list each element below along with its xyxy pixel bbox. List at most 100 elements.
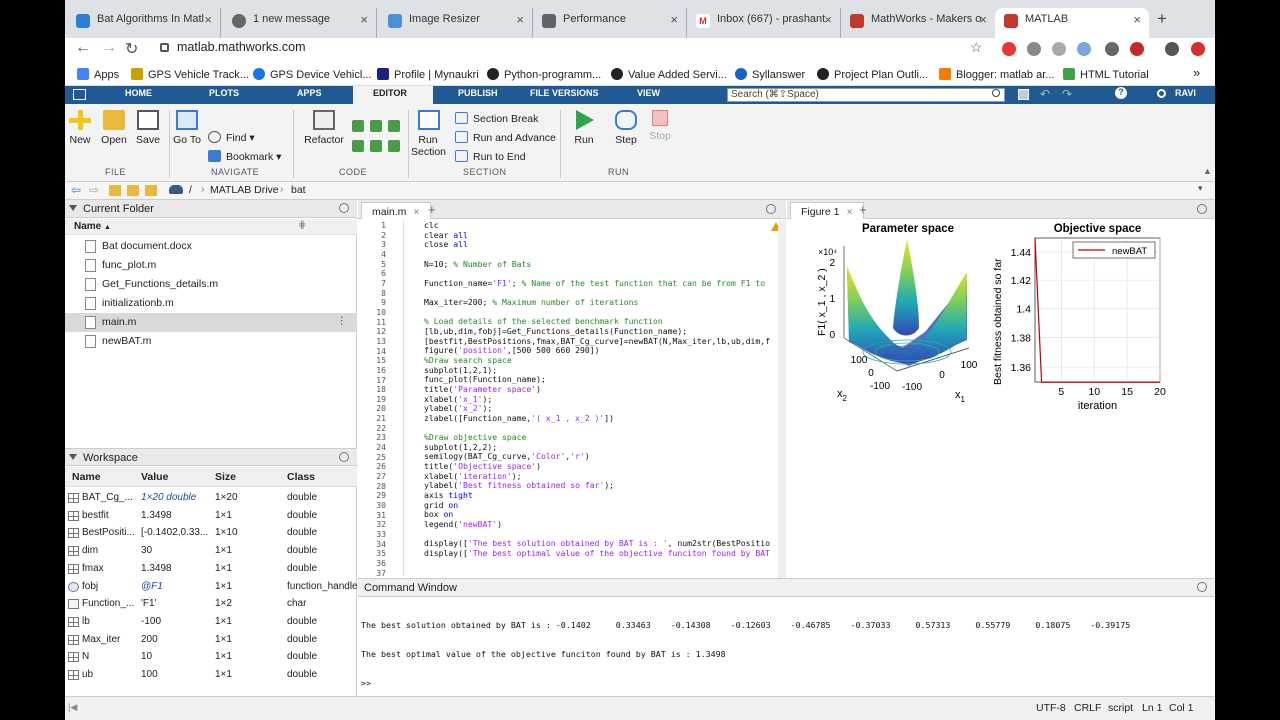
workspace-row[interactable]: N 10 1×1 double (65, 648, 357, 666)
code-line[interactable] (424, 558, 770, 568)
panel-actions-icon[interactable] (1197, 582, 1207, 592)
bookmark-blogger[interactable]: Blogger: matlab ar... (939, 68, 1054, 81)
close-icon[interactable]: × (360, 12, 368, 27)
close-icon[interactable]: × (1133, 12, 1141, 27)
save-button[interactable]: Save (135, 110, 161, 146)
comment-icon[interactable] (352, 120, 364, 132)
uncomment-icon[interactable] (370, 120, 382, 132)
close-icon[interactable]: × (413, 206, 419, 218)
link-icon[interactable] (1077, 42, 1091, 56)
star-icon[interactable]: ☆ (970, 39, 983, 56)
bookmark-mynaukri[interactable]: Profile | Mynaukri (377, 68, 479, 81)
add-tab-button[interactable]: + (428, 202, 436, 217)
file-item[interactable]: newBAT.m (65, 332, 357, 351)
panel-actions-icon[interactable] (339, 203, 349, 213)
command-window[interactable]: Command Window The best solution obtaine… (358, 578, 1215, 696)
value-column-header[interactable]: Value (141, 471, 168, 483)
stop-button[interactable]: Stop (647, 110, 673, 142)
tools-icon[interactable] (1105, 42, 1119, 56)
command-prompt[interactable]: >> (361, 678, 1130, 689)
file-item[interactable]: Get_Functions_details.m (65, 275, 357, 294)
save-icon[interactable] (1018, 89, 1029, 100)
redo-icon[interactable]: ↷ (1062, 87, 1072, 101)
line-ending-status[interactable]: CRLF (1074, 702, 1101, 714)
code-line[interactable]: ylabel('Best fitness obtained so far'); (424, 480, 770, 491)
column-options-icon[interactable]: ⋕ (298, 220, 306, 231)
section-break-button[interactable]: Section Break (455, 112, 538, 125)
url-field[interactable]: matlab.mathworks.com (177, 40, 306, 54)
browse-folder-icon[interactable] (145, 185, 157, 196)
file-item[interactable]: initializationb.m (65, 294, 357, 313)
code-line[interactable]: Max_iter=200; % Maximum number of iterat… (424, 297, 770, 308)
class-column-header[interactable]: Class (287, 471, 315, 483)
bookmark-python[interactable]: Python-programm... (487, 68, 601, 81)
tab-editor[interactable]: EDITOR (353, 86, 433, 104)
bookmark-html-tutorial[interactable]: HTML Tutorial (1063, 68, 1149, 81)
code-line[interactable]: N=10; % Number of Bats (424, 259, 770, 270)
bookmarks-more-button[interactable]: » (1193, 65, 1200, 80)
browser-tab-performance[interactable]: Performance × (533, 8, 687, 38)
smart-indent-icon[interactable] (352, 140, 364, 152)
browser-tab-mathworks[interactable]: MathWorks - Makers o × (841, 8, 995, 38)
workspace-row[interactable]: fmax 1.3498 1×1 double (65, 560, 357, 578)
bookmark-value-added[interactable]: Value Added Servi... (611, 68, 727, 81)
outdent-icon[interactable] (388, 140, 400, 152)
wrap-comments-icon[interactable] (388, 120, 400, 132)
panel-actions-icon[interactable] (1197, 204, 1207, 214)
bookmark-button[interactable]: Bookmark ▾ (208, 150, 281, 163)
run-button[interactable]: Run (571, 110, 597, 146)
step-button[interactable]: Step (613, 110, 639, 146)
tab-plots[interactable]: PLOTS (209, 88, 239, 98)
workspace-row[interactable]: Function_... 'F1' 1×2 char (65, 595, 357, 613)
code-line[interactable]: legend('newBAT') (424, 519, 770, 530)
workspace-row[interactable]: BestPositi... [-0.1402,0.33... 1×10 double (65, 524, 357, 542)
code-line[interactable]: clear all (424, 230, 770, 241)
workspace-row[interactable]: bestfit 1.3498 1×1 double (65, 507, 357, 525)
row-menu-icon[interactable]: ⋮ (337, 315, 348, 327)
collapse-icon[interactable] (69, 454, 77, 460)
code-line[interactable]: axis tight (424, 490, 770, 501)
name-column-header[interactable]: Name ▲ ⋕ (65, 219, 357, 235)
tab-home[interactable]: HOME (125, 88, 152, 98)
menu-icon[interactable] (1191, 42, 1205, 56)
panel-actions-icon[interactable] (339, 452, 349, 462)
file-item[interactable]: main.m ⋮ (65, 313, 357, 332)
path-bat[interactable]: bat (291, 184, 306, 196)
chevron-down-icon[interactable]: ▾ (1198, 183, 1203, 194)
encoding-status[interactable]: UTF-8 (1036, 702, 1066, 714)
workspace-row[interactable]: Max_iter 200 1×1 double (65, 631, 357, 649)
close-icon[interactable]: × (846, 206, 852, 218)
new-tab-button[interactable]: + (1157, 9, 1167, 29)
bookmark-apps[interactable]: Apps (77, 68, 119, 81)
bookmark-project-plan[interactable]: Project Plan Outli... (817, 68, 928, 81)
workspace-row[interactable]: fobj @F1 1×1 function_handle (65, 578, 357, 596)
code-line[interactable]: close all (424, 239, 770, 250)
workspace-row[interactable]: ub 100 1×1 double (65, 666, 357, 684)
file-item[interactable]: func_plot.m (65, 256, 357, 275)
forward-icon[interactable]: → (101, 39, 117, 57)
matlab-search-input[interactable]: Search (⌘⇧Space) (727, 88, 1005, 102)
workspace-row[interactable]: dim 30 1×1 double (65, 542, 357, 560)
code-line[interactable]: grid on (424, 500, 770, 511)
code-line[interactable]: Function_name='F1'; % Name of the test f… (424, 278, 770, 289)
vertical-scrollbar[interactable] (778, 220, 786, 578)
open-button[interactable]: Open (101, 110, 127, 146)
tab-view[interactable]: VIEW (637, 88, 660, 98)
browser-tab-matlab[interactable]: MATLAB × (995, 8, 1149, 38)
folder-icon[interactable] (127, 185, 139, 196)
code-editor[interactable]: 1 2 3 4 5 6 7 8 9 10 11 12 13 14 15 16 17 18 19 20 21 22 23 24 2… (358, 221, 770, 576)
tab-publish[interactable]: PUBLISH (458, 88, 498, 98)
close-icon[interactable]: × (516, 12, 524, 27)
browser-tab-inbox[interactable]: M Inbox (667) - prashant × (687, 8, 841, 38)
help-icon[interactable]: ? (1115, 87, 1127, 99)
camera-icon[interactable] (1027, 42, 1041, 56)
goto-button[interactable]: Go To (173, 110, 201, 146)
close-icon[interactable]: × (670, 12, 678, 27)
close-icon[interactable]: × (204, 12, 212, 27)
tab-file-versions[interactable]: FILE VERSIONS (530, 88, 599, 98)
user-menu[interactable]: RAVI (1175, 88, 1196, 98)
browser-tab-new-message[interactable]: 1 new message × (223, 8, 377, 38)
bookmark-syllanswer[interactable]: Syllanswer (735, 68, 805, 81)
indent-icon[interactable] (370, 140, 382, 152)
collapse-left-icon[interactable]: |◀ (68, 702, 77, 713)
